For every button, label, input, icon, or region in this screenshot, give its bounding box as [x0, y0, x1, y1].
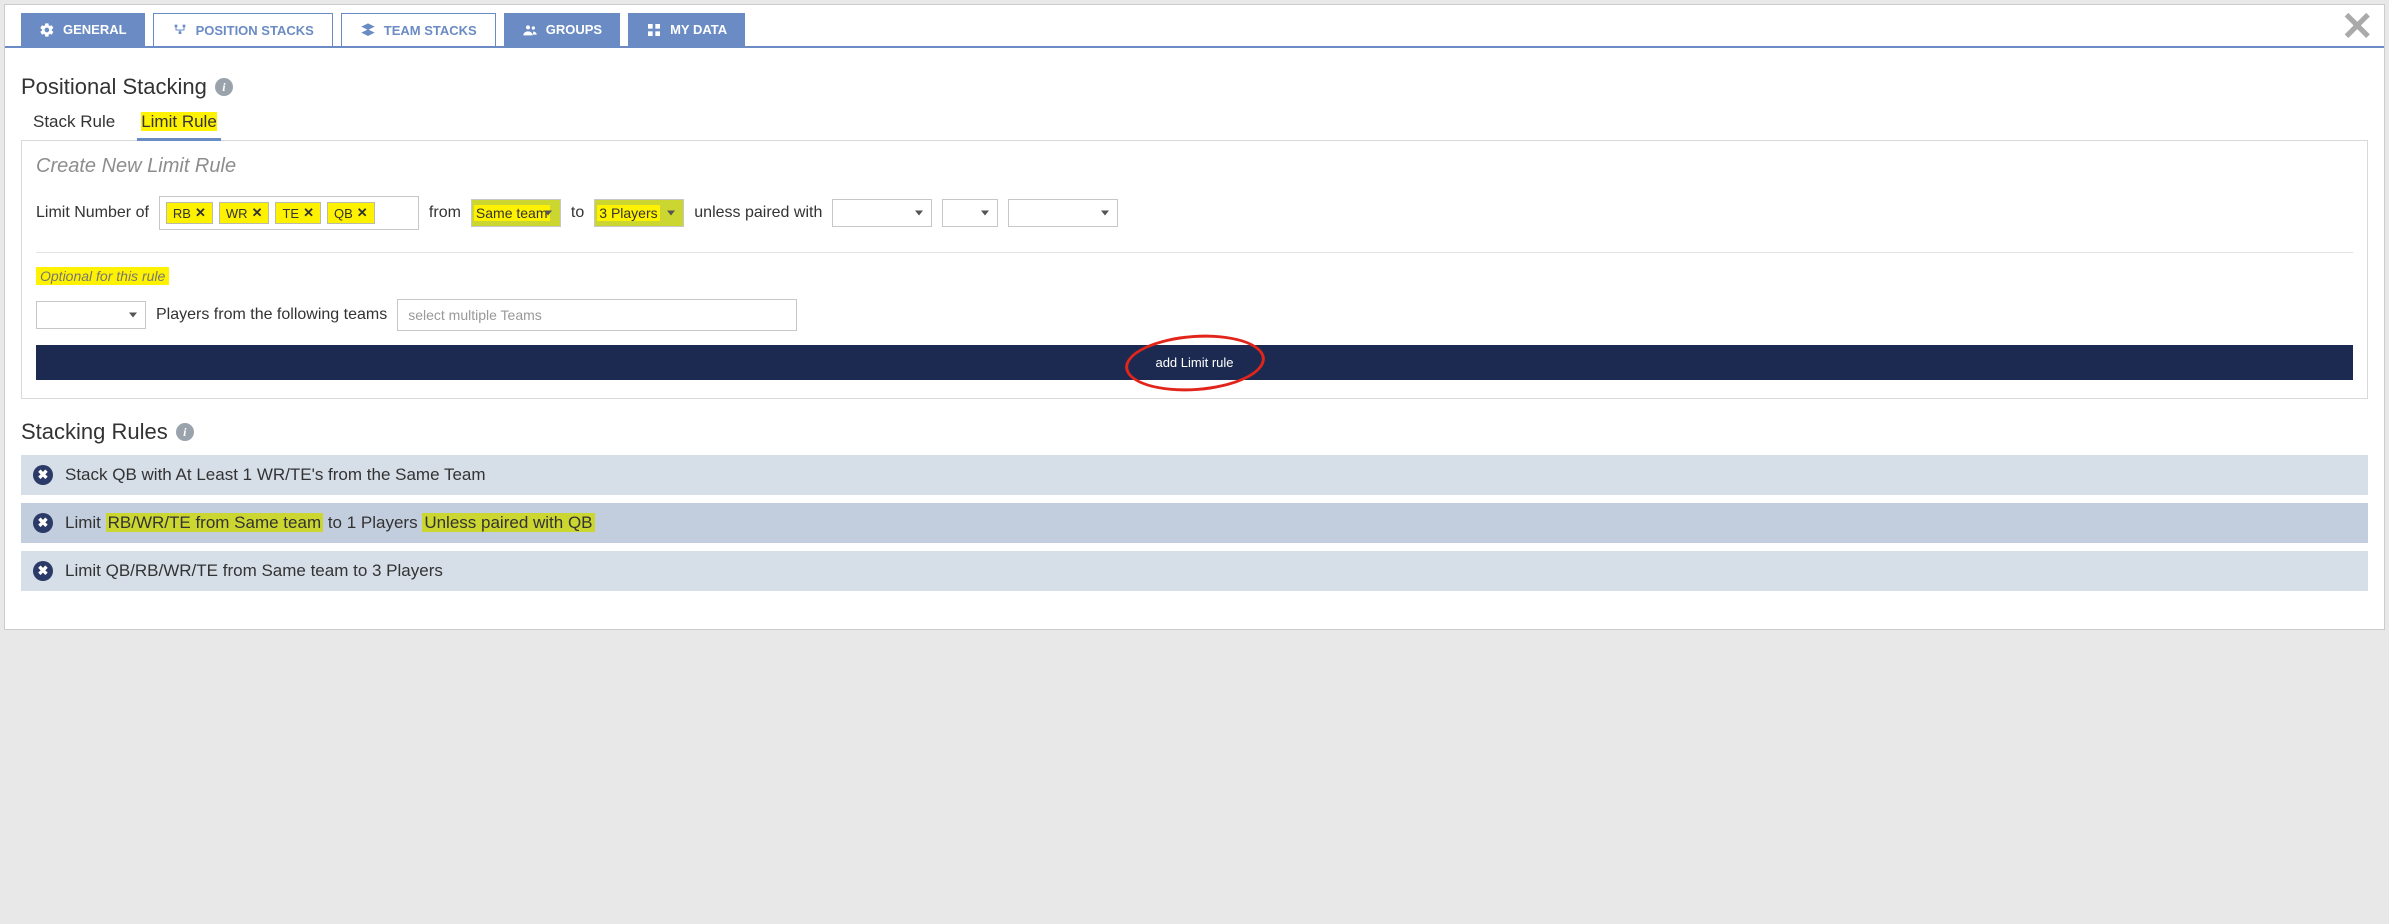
- tag-qb[interactable]: QB ✕: [327, 202, 375, 224]
- users-icon: [522, 22, 538, 38]
- from-select[interactable]: Same team: [471, 199, 561, 227]
- tag-rb[interactable]: RB ✕: [166, 202, 213, 224]
- subtabs: Stack Rule Limit Rule: [21, 110, 2368, 141]
- optional-row: Players from the following teams select …: [36, 299, 2353, 331]
- close-icon[interactable]: ✕: [2340, 7, 2374, 47]
- tag-label: QB: [334, 206, 353, 221]
- remove-icon[interactable]: ✕: [252, 205, 263, 221]
- tag-label: RB: [173, 206, 191, 221]
- divider: [36, 252, 2353, 253]
- button-label: add Limit rule: [1155, 355, 1233, 370]
- teams-label: Players from the following teams: [156, 306, 387, 324]
- subtab-stack-rule[interactable]: Stack Rule: [29, 110, 119, 141]
- add-limit-rule-button[interactable]: add Limit rule: [36, 345, 2353, 380]
- optional-select[interactable]: [36, 301, 146, 329]
- positional-heading-text: Positional Stacking: [21, 74, 207, 100]
- remove-icon[interactable]: ✕: [195, 205, 206, 221]
- tag-te[interactable]: TE ✕: [275, 202, 321, 224]
- remove-icon[interactable]: ✕: [303, 205, 314, 221]
- select-value: 3 Players: [597, 205, 659, 221]
- tab-label: MY DATA: [670, 22, 727, 37]
- unless-label: unless paired with: [694, 204, 822, 222]
- layers-icon: [360, 22, 376, 38]
- tag-label: TE: [282, 206, 299, 221]
- optional-label: Optional for this rule: [36, 267, 169, 285]
- grid-icon: [646, 22, 662, 38]
- delete-icon[interactable]: ✖: [33, 513, 53, 533]
- tab-position-stacks[interactable]: POSITION STACKS: [153, 13, 333, 46]
- stacking-rules-heading: Stacking Rules i: [21, 399, 2368, 455]
- tab-label: TEAM STACKS: [384, 23, 477, 38]
- delete-icon[interactable]: ✖: [33, 465, 53, 485]
- limit-row: Limit Number of RB ✕ WR ✕ TE ✕ QB ✕ from Sam…: [36, 196, 2353, 230]
- select-value: Same team: [474, 205, 550, 221]
- tab-label: GENERAL: [63, 22, 127, 37]
- to-label: to: [571, 204, 584, 222]
- subtab-limit-rule[interactable]: Limit Rule: [137, 110, 221, 141]
- positions-input[interactable]: RB ✕ WR ✕ TE ✕ QB ✕: [159, 196, 419, 230]
- tag-wr[interactable]: WR ✕: [219, 202, 270, 224]
- positional-heading: Positional Stacking i: [21, 60, 2368, 110]
- rule-text: Limit QB/RB/WR/TE from Same team to 3 Pl…: [65, 561, 443, 581]
- tab-label: POSITION STACKS: [196, 23, 314, 38]
- limit-number-label: Limit Number of: [36, 204, 149, 222]
- tab-label: GROUPS: [546, 22, 602, 37]
- nodes-icon: [172, 22, 188, 38]
- unless-select-2[interactable]: [942, 199, 998, 227]
- rule-item[interactable]: ✖ Stack QB with At Least 1 WR/TE's from t…: [21, 455, 2368, 495]
- gear-icon: [39, 22, 55, 38]
- tag-label: WR: [226, 206, 248, 221]
- placeholder-text: select multiple Teams: [408, 307, 542, 323]
- top-tabs: GENERAL POSITION STACKS TEAM STACKS GROU…: [5, 5, 2384, 48]
- tab-general[interactable]: GENERAL: [21, 13, 145, 46]
- delete-icon[interactable]: ✖: [33, 561, 53, 581]
- rule-item[interactable]: ✖ Limit QB/RB/WR/TE from Same team to 3 P…: [21, 551, 2368, 591]
- modal-window: ✕ GENERAL POSITION STACKS TEAM STACKS GR…: [4, 4, 2385, 630]
- tab-groups[interactable]: GROUPS: [504, 13, 620, 46]
- teams-input[interactable]: select multiple Teams: [397, 299, 797, 331]
- to-select[interactable]: 3 Players: [594, 199, 684, 227]
- unless-select-3[interactable]: [1008, 199, 1118, 227]
- content-area: Positional Stacking i Stack Rule Limit R…: [5, 48, 2384, 629]
- tab-team-stacks[interactable]: TEAM STACKS: [341, 13, 496, 46]
- stacking-rules-text: Stacking Rules: [21, 419, 168, 445]
- subtab-label: Limit Rule: [141, 112, 217, 131]
- panel-heading: Create New Limit Rule: [36, 155, 2353, 178]
- rule-text: Stack QB with At Least 1 WR/TE's from th…: [65, 465, 486, 485]
- tab-my-data[interactable]: MY DATA: [628, 13, 745, 46]
- limit-rule-panel: Create New Limit Rule Limit Number of RB…: [21, 140, 2368, 399]
- rules-list: ✖ Stack QB with At Least 1 WR/TE's from t…: [21, 455, 2368, 591]
- rule-text: Limit RB/WR/TE from Same team to 1 Playe…: [65, 513, 595, 533]
- info-icon[interactable]: i: [176, 423, 194, 441]
- rule-item[interactable]: ✖ Limit RB/WR/TE from Same team to 1 Play…: [21, 503, 2368, 543]
- subtab-label: Stack Rule: [33, 112, 115, 131]
- unless-select-1[interactable]: [832, 199, 932, 227]
- remove-icon[interactable]: ✕: [357, 205, 368, 221]
- info-icon[interactable]: i: [215, 78, 233, 96]
- from-label: from: [429, 204, 461, 222]
